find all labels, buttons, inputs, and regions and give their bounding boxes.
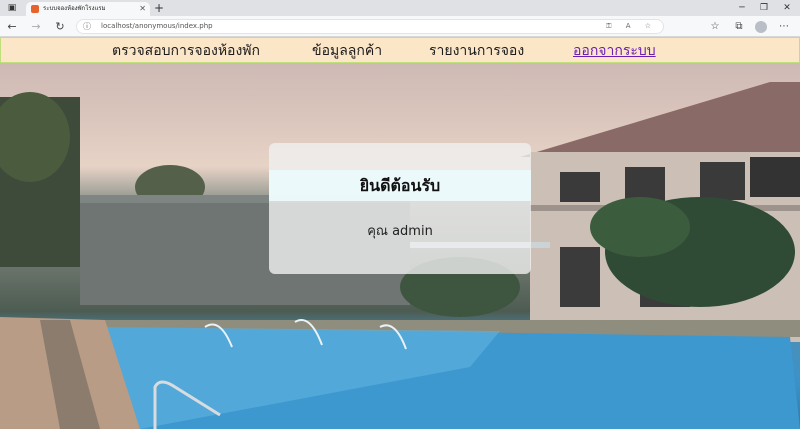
nav-customer-info[interactable]: ข้อมูลลูกค้า xyxy=(312,38,382,64)
favicon-icon xyxy=(31,5,39,13)
welcome-card: ยินดีต้อนรับ คุณ admin xyxy=(269,143,531,274)
nav-logout-link[interactable]: ออกจากระบบ xyxy=(573,38,656,64)
browser-tab-strip: ▣ ระบบจองห้องพักโรงแรม ✕ + ─ ❐ ✕ xyxy=(0,0,800,16)
tab-title: ระบบจองห้องพักโรงแรม xyxy=(43,5,106,12)
back-icon[interactable]: ← xyxy=(4,16,20,37)
tab-actions-icon[interactable]: ▣ xyxy=(4,0,20,16)
close-window-icon[interactable]: ✕ xyxy=(779,0,795,16)
site-info-icon[interactable]: ⓘ xyxy=(83,20,91,33)
welcome-title: ยินดีต้อนรับ xyxy=(359,176,441,195)
address-toolbar: ← → ↻ ⓘ localhost/anonymous/index.php ⚿ … xyxy=(0,16,800,37)
maximize-icon[interactable]: ❐ xyxy=(756,0,772,16)
main-nav-bar: ตรวจสอบการจองห้องพัก ข้อมูลลูกค้า รายงาน… xyxy=(0,37,800,63)
forward-icon[interactable]: → xyxy=(28,16,44,37)
browser-tab[interactable]: ระบบจองห้องพักโรงแรม ✕ xyxy=(26,2,150,16)
nav-check-booking[interactable]: ตรวจสอบการจองห้องพัก xyxy=(112,38,260,64)
collections-icon[interactable]: ⧉ xyxy=(730,16,748,37)
favorites-icon[interactable]: ☆ xyxy=(706,16,724,37)
url-text[interactable]: localhost/anonymous/index.php xyxy=(101,20,213,33)
close-tab-icon[interactable]: ✕ xyxy=(139,2,146,16)
welcome-user-name: คุณ admin xyxy=(367,224,433,239)
refresh-icon[interactable]: ↻ xyxy=(52,16,68,37)
more-menu-icon[interactable]: ⋯ xyxy=(775,16,793,37)
page-viewport: ตรวจสอบการจองห้องพัก ข้อมูลลูกค้า รายงาน… xyxy=(0,37,800,429)
address-bar-actions[interactable]: ⚿ A ☆ xyxy=(606,20,657,33)
nav-booking-report[interactable]: รายงานการจอง xyxy=(429,38,524,64)
profile-avatar[interactable] xyxy=(755,21,767,33)
minimize-icon[interactable]: ─ xyxy=(734,0,750,16)
welcome-header: ยินดีต้อนรับ xyxy=(269,170,531,201)
address-bar[interactable]: ⓘ localhost/anonymous/index.php ⚿ A ☆ xyxy=(76,19,664,34)
new-tab-icon[interactable]: + xyxy=(154,0,164,16)
